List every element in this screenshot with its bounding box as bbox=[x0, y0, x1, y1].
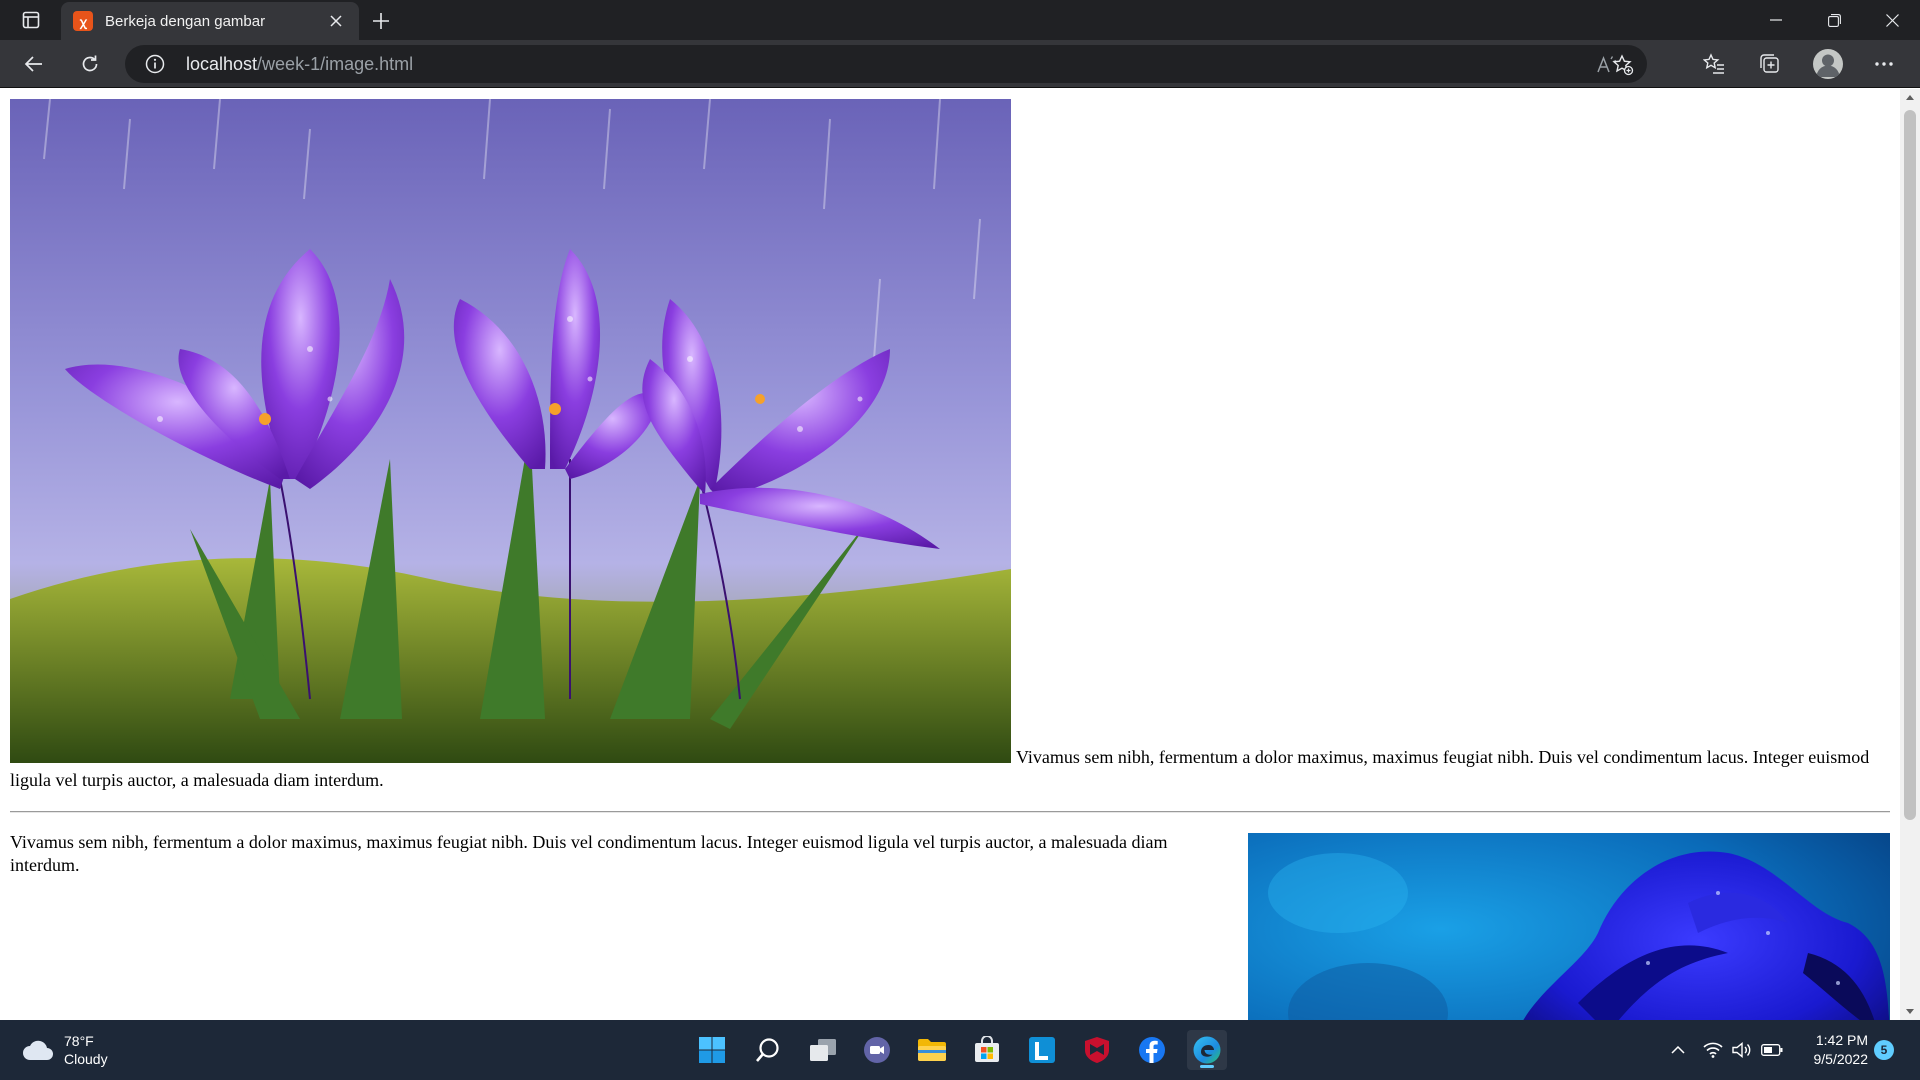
wifi-status[interactable] bbox=[1701, 1038, 1725, 1062]
collections-button[interactable] bbox=[1753, 48, 1787, 80]
weather-widget[interactable]: 78°F Cloudy bbox=[22, 1032, 108, 1068]
favorites-button[interactable] bbox=[1697, 48, 1731, 80]
restore-button[interactable] bbox=[1806, 0, 1862, 40]
url-host: localhost bbox=[186, 54, 258, 74]
paragraph2-text: Vivamus sem nibh, fermentum a dolor maxi… bbox=[10, 832, 1168, 875]
restore-icon bbox=[1827, 13, 1841, 27]
browser-tab[interactable]: ꭓ Berkeja dengan gambar bbox=[61, 2, 359, 40]
scroll-down-button[interactable] bbox=[1900, 1003, 1920, 1020]
battery-icon bbox=[1761, 1044, 1783, 1056]
minimize-icon bbox=[1770, 19, 1782, 21]
file-explorer-icon bbox=[918, 1039, 946, 1061]
l-app-icon bbox=[1029, 1037, 1055, 1063]
file-explorer-button[interactable] bbox=[912, 1030, 952, 1070]
horizontal-rule bbox=[10, 811, 1890, 813]
close-window-button[interactable] bbox=[1864, 0, 1920, 40]
l-app-button[interactable] bbox=[1022, 1030, 1062, 1070]
vertical-scrollbar[interactable] bbox=[1900, 89, 1920, 1020]
second-section: Vivamus sem nibh, fermentum a dolor maxi… bbox=[10, 832, 1890, 1020]
tab-title: Berkeja dengan gambar bbox=[105, 12, 266, 30]
close-icon bbox=[1885, 13, 1899, 27]
tab-actions-icon bbox=[22, 11, 40, 29]
url-path: /week-1/image.html bbox=[257, 54, 414, 74]
wifi-icon bbox=[1703, 1042, 1723, 1058]
scroll-up-button[interactable] bbox=[1900, 89, 1920, 106]
browser-title-bar: ꭓ Berkeja dengan gambar bbox=[0, 0, 1920, 40]
windows-taskbar: 78°F Cloudy 1:42 PM 9/5/2022 5 bbox=[0, 1020, 1920, 1080]
system-clock[interactable]: 1:42 PM 9/5/2022 bbox=[1792, 1031, 1869, 1069]
page-viewport: Vivamus sem nibh, fermentum a dolor maxi… bbox=[0, 89, 1900, 1020]
collections-icon bbox=[1760, 54, 1779, 73]
clock-time: 1:42 PM bbox=[1815, 1032, 1868, 1048]
mcafee-button[interactable] bbox=[1077, 1030, 1117, 1070]
page-content: Vivamus sem nibh, fermentum a dolor maxi… bbox=[0, 89, 1900, 1020]
volume-status[interactable] bbox=[1730, 1038, 1754, 1062]
facebook-button[interactable] bbox=[1132, 1030, 1172, 1070]
scrollbar-thumb[interactable] bbox=[1904, 110, 1916, 820]
more-icon bbox=[1875, 62, 1893, 66]
paragraph-with-inline-image: Vivamus sem nibh, fermentum a dolor maxi… bbox=[10, 99, 1890, 792]
volume-icon bbox=[1732, 1042, 1751, 1058]
site-info-icon[interactable] bbox=[145, 54, 165, 74]
microsoft-store-icon bbox=[975, 1036, 999, 1062]
favorites-icon bbox=[1703, 53, 1724, 74]
tab-close-button[interactable] bbox=[325, 10, 347, 32]
teams-chat-button[interactable] bbox=[857, 1030, 897, 1070]
show-hidden-icons-button[interactable] bbox=[1666, 1038, 1690, 1062]
teams-chat-icon bbox=[864, 1037, 890, 1063]
back-arrow-icon bbox=[24, 56, 42, 72]
caret-down-icon bbox=[1906, 1009, 1914, 1014]
xampp-icon: ꭓ bbox=[73, 11, 93, 31]
new-tab-button[interactable] bbox=[368, 8, 394, 34]
settings-more-button[interactable] bbox=[1867, 48, 1901, 80]
cloud-icon bbox=[23, 1040, 53, 1060]
close-icon bbox=[330, 15, 342, 27]
edge-button[interactable] bbox=[1187, 1030, 1227, 1070]
notification-badge[interactable]: 5 bbox=[1874, 1040, 1894, 1060]
address-bar[interactable]: localhost/week-1/image.html bbox=[125, 45, 1647, 83]
search-button[interactable] bbox=[748, 1030, 788, 1070]
task-view-button[interactable] bbox=[803, 1030, 843, 1070]
weather-condition: Cloudy bbox=[64, 1051, 108, 1067]
url-text[interactable]: localhost/week-1/image.html bbox=[186, 54, 413, 75]
back-button[interactable] bbox=[17, 48, 51, 80]
tab-actions-button[interactable] bbox=[14, 9, 48, 31]
microsoft-store-button[interactable] bbox=[967, 1030, 1007, 1070]
task-view-icon bbox=[810, 1039, 836, 1061]
edge-icon bbox=[1193, 1036, 1221, 1064]
start-icon bbox=[699, 1037, 725, 1063]
refresh-button[interactable] bbox=[73, 48, 107, 80]
facebook-icon bbox=[1139, 1037, 1165, 1063]
star-add-icon bbox=[1612, 54, 1634, 76]
active-app-indicator bbox=[1200, 1065, 1214, 1068]
refresh-icon bbox=[82, 55, 98, 72]
clock-date: 9/5/2022 bbox=[1813, 1051, 1869, 1067]
user-icon bbox=[1816, 54, 1840, 77]
caret-up-icon bbox=[1906, 95, 1914, 100]
purple-crocus-flowers-image bbox=[10, 99, 1011, 763]
chevron-up-icon bbox=[1671, 1046, 1685, 1054]
start-button[interactable] bbox=[692, 1030, 732, 1070]
browser-toolbar: localhost/week-1/image.html bbox=[0, 40, 1920, 88]
profile-avatar[interactable] bbox=[1813, 49, 1843, 79]
weather-temperature: 78°F bbox=[64, 1033, 94, 1049]
blue-rose-image bbox=[1248, 833, 1890, 1020]
battery-status[interactable] bbox=[1760, 1038, 1784, 1062]
add-favorite-button[interactable] bbox=[1609, 51, 1637, 79]
search-icon bbox=[756, 1038, 779, 1062]
minimize-button[interactable] bbox=[1748, 0, 1804, 40]
plus-icon bbox=[373, 13, 389, 29]
mcafee-icon bbox=[1085, 1037, 1109, 1063]
